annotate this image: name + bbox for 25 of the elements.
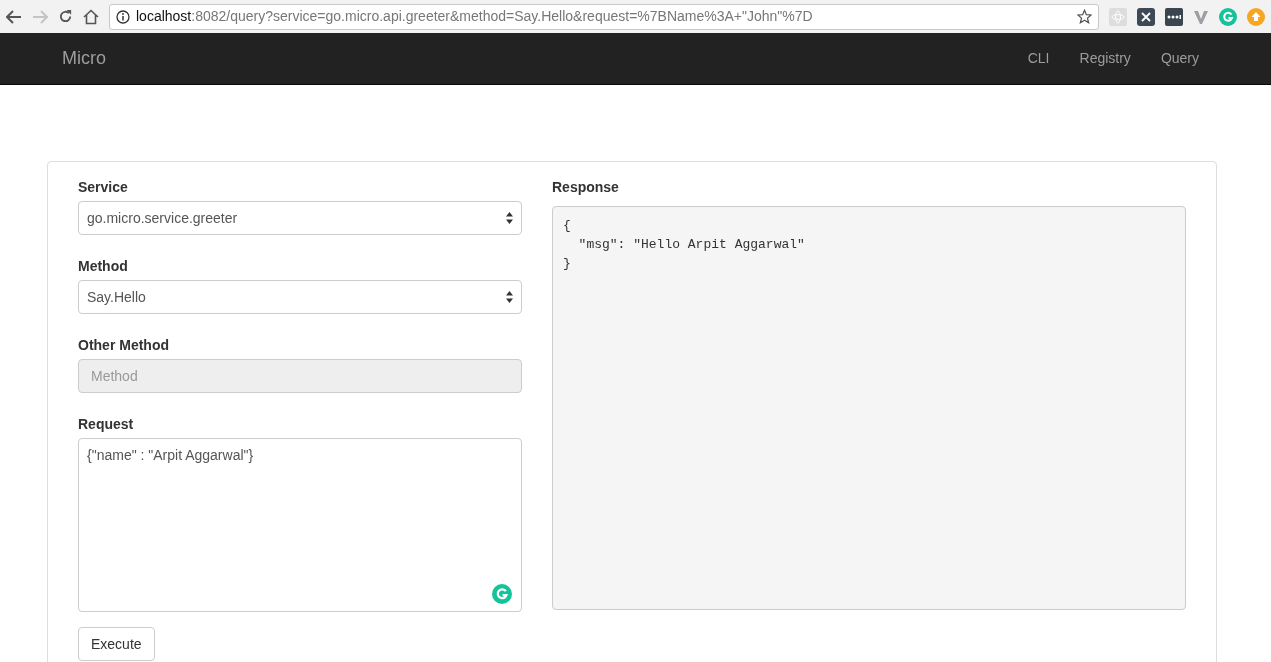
select-arrows-icon [506,291,513,303]
star-icon[interactable] [1077,9,1092,24]
execute-button[interactable]: Execute [78,627,155,661]
field-label: Service [78,178,129,196]
method-select[interactable]: Say.Hello [78,280,522,314]
service-select[interactable]: go.micro.service.greeter [78,201,522,235]
home-icon[interactable] [83,8,99,25]
response-label: Response [552,178,620,196]
request-textarea[interactable]: {"name" : "Arpit Aggarwal"} [78,438,522,612]
brand-link[interactable]: Micro [62,45,106,72]
field-label: Other Method [78,336,170,354]
nav-link[interactable]: CLI [1027,48,1050,69]
nav-link[interactable]: Query [1160,48,1199,69]
select-arrows-icon [506,212,513,224]
nav-link[interactable]: Registry [1079,48,1131,69]
field-label: Request [78,415,135,433]
info-icon[interactable] [116,9,130,24]
url-text: localhost:8082/query?service=go.micro.api.greeter&method=Say.Hello&request=%7BName%3A+"John"%7D [136,7,814,26]
back-arrow-icon[interactable] [6,9,22,24]
dots-extension-icon[interactable] [1165,7,1183,26]
response-output: { "msg": "Hello Arpit Aggarwal" } [552,206,1186,610]
x-extension-icon[interactable] [1137,7,1155,26]
reload-icon[interactable] [58,9,73,24]
address-bar[interactable]: localhost:8082/query?service=go.micro.api.greeter&method=Say.Hello&request=%7BName%3A+"John"%7D [109,3,1099,30]
field-label: Method [78,257,129,275]
